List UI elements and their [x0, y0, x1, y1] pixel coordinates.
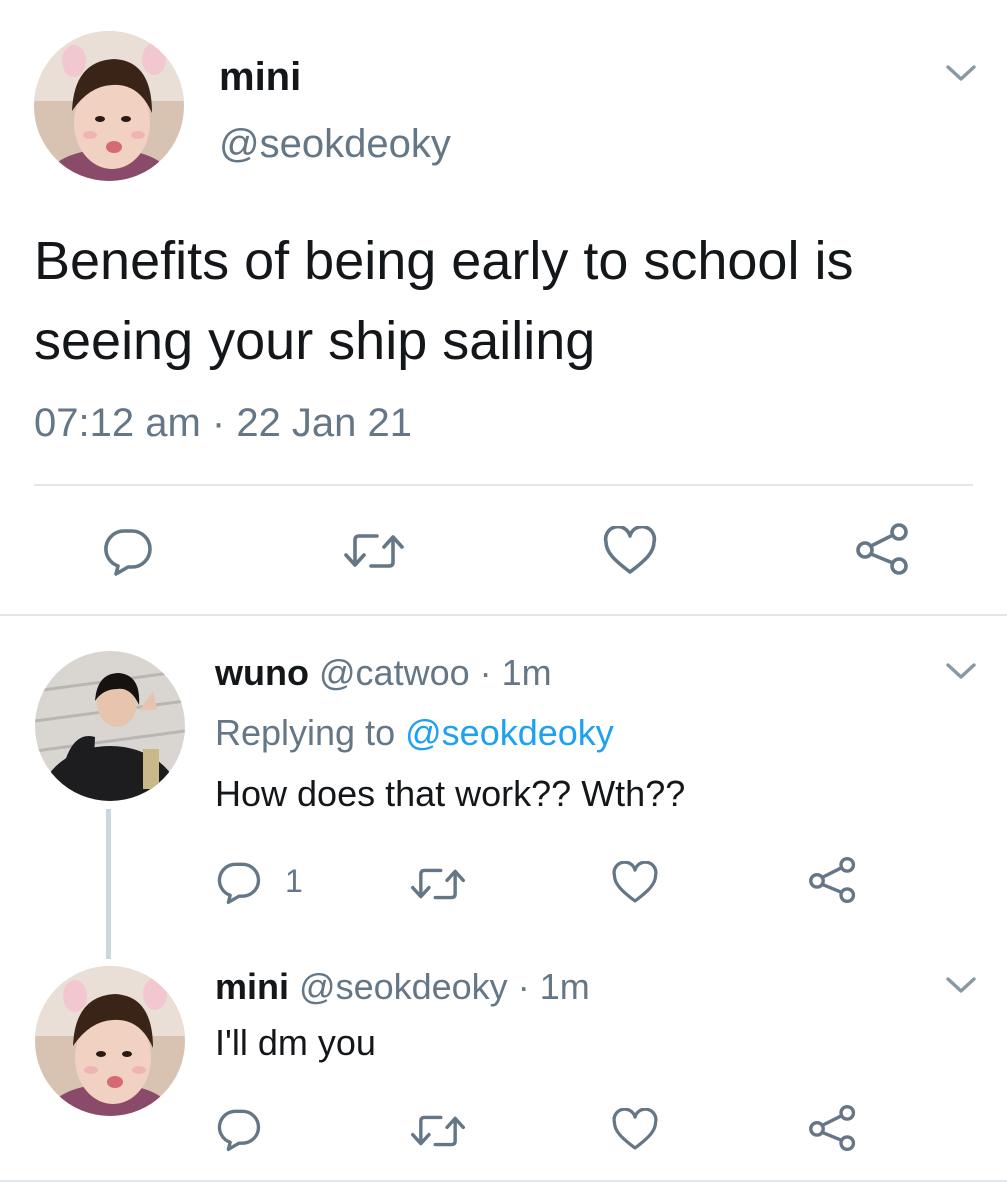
share-icon[interactable] [808, 1104, 858, 1152]
divider [34, 484, 973, 486]
chevron-down-icon[interactable] [944, 62, 978, 84]
bottom-divider [0, 1180, 1007, 1182]
reply-text: I'll dm you [215, 1022, 376, 1063]
tweet-text-line-2: seeing your ship sailing [34, 311, 596, 371]
main-tweet: mini @seokdeoky Benefits of being early … [0, 0, 1007, 616]
chevron-down-icon[interactable] [944, 974, 978, 996]
reply-header: mini @seokdeoky · 1m [215, 966, 590, 1008]
separator-dot: · [479, 652, 492, 693]
relative-time[interactable]: 1m [540, 966, 590, 1007]
retweet-icon[interactable] [343, 528, 405, 574]
reply-icon[interactable] [216, 859, 262, 905]
handle[interactable]: @seokdeoky [219, 121, 451, 167]
reply-icon[interactable] [216, 1106, 262, 1152]
like-icon[interactable] [611, 861, 659, 905]
thread-line [106, 809, 111, 959]
display-name[interactable]: wuno [215, 652, 309, 693]
display-name[interactable]: mini [219, 54, 301, 100]
avatar[interactable] [35, 966, 185, 1116]
reply-header: wuno @catwoo · 1m [215, 652, 552, 694]
handle[interactable]: @catwoo [319, 652, 470, 693]
reply-count: 1 [285, 863, 303, 899]
reply-text: How does that work?? Wth?? [215, 773, 686, 814]
separator-dot: · [517, 966, 530, 1007]
like-icon[interactable] [611, 1108, 659, 1152]
reply-tweet: mini @seokdeoky · 1m I'll dm you [0, 946, 1007, 1200]
display-name[interactable]: mini [215, 966, 289, 1007]
retweet-icon[interactable] [410, 1110, 466, 1152]
replying-to: Replying to @seokdeoky [215, 712, 614, 754]
retweet-icon[interactable] [410, 863, 466, 905]
timestamp[interactable]: 07:12 am · 22 Jan 21 [34, 400, 412, 446]
tweet-text-line-1: Benefits of being early to school is [34, 231, 854, 291]
relative-time[interactable]: 1m [502, 652, 552, 693]
chevron-down-icon[interactable] [944, 660, 978, 682]
share-icon[interactable] [808, 856, 858, 904]
mention-link[interactable]: @seokdeoky [405, 712, 614, 753]
like-icon[interactable] [602, 526, 658, 576]
share-icon[interactable] [855, 522, 911, 576]
replying-prefix: Replying to [215, 712, 396, 753]
avatar[interactable] [35, 651, 185, 801]
handle[interactable]: @seokdeoky [299, 966, 508, 1007]
avatar[interactable] [34, 31, 184, 181]
reply-tweet: wuno @catwoo · 1m Replying to @seokdeoky… [0, 616, 1007, 959]
reply-icon[interactable] [102, 525, 154, 577]
